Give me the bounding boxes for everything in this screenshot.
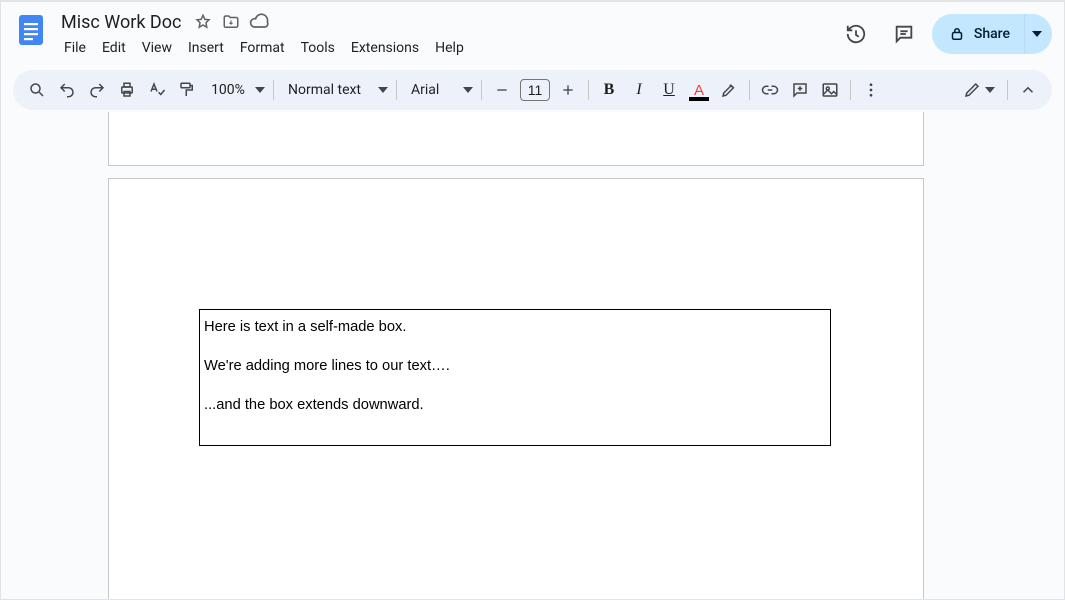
- comments-icon[interactable]: [884, 14, 924, 54]
- insert-image-button[interactable]: [816, 76, 844, 104]
- paint-format-icon[interactable]: [173, 76, 201, 104]
- separator: [273, 80, 274, 100]
- highlight-color-button[interactable]: [715, 76, 743, 104]
- font-family-dropdown[interactable]: Arial: [403, 76, 475, 104]
- editing-mode-dropdown[interactable]: [957, 76, 1001, 104]
- version-history-icon[interactable]: [836, 14, 876, 54]
- menu-bar: File Edit View Insert Format Tools Exten…: [57, 34, 836, 60]
- font-family-value: Arial: [405, 82, 445, 98]
- share-button-group: Share: [932, 14, 1052, 54]
- separator: [588, 80, 589, 100]
- undo-icon[interactable]: [53, 76, 81, 104]
- separator: [1007, 80, 1008, 100]
- insert-link-button[interactable]: [756, 76, 784, 104]
- menu-insert[interactable]: Insert: [181, 36, 231, 60]
- search-icon[interactable]: [23, 76, 51, 104]
- decrease-font-size-button[interactable]: [488, 76, 516, 104]
- separator: [850, 80, 851, 100]
- font-size-input[interactable]: [520, 79, 550, 101]
- docs-logo-icon[interactable]: [13, 12, 49, 48]
- paragraph-style-dropdown[interactable]: Normal text: [280, 76, 390, 104]
- underline-button[interactable]: U: [655, 76, 683, 104]
- collapse-toolbar-button[interactable]: [1014, 76, 1042, 104]
- bold-button[interactable]: B: [595, 76, 623, 104]
- document-title[interactable]: Misc Work Doc: [57, 12, 185, 33]
- add-comment-button[interactable]: [786, 76, 814, 104]
- menu-help[interactable]: Help: [428, 36, 471, 60]
- box-line[interactable]: ...and the box extends downward.: [204, 396, 826, 415]
- menu-file[interactable]: File: [57, 36, 93, 60]
- text-box[interactable]: Here is text in a self-made box. We're a…: [199, 309, 831, 446]
- menu-format[interactable]: Format: [233, 36, 292, 60]
- separator: [481, 80, 482, 100]
- zoom-dropdown[interactable]: 100%: [203, 76, 267, 104]
- share-label: Share: [974, 26, 1010, 42]
- share-dropdown-icon[interactable]: [1024, 14, 1052, 54]
- print-icon[interactable]: [113, 76, 141, 104]
- previous-page-tail[interactable]: [108, 112, 924, 166]
- move-icon[interactable]: [221, 12, 241, 32]
- menu-extensions[interactable]: Extensions: [344, 36, 426, 60]
- box-line[interactable]: We're adding more lines to our text….: [204, 357, 826, 376]
- title-bar: Misc Work Doc File Edit View Insert Form…: [1, 2, 1064, 66]
- star-icon[interactable]: [193, 12, 213, 32]
- document-page[interactable]: Here is text in a self-made box. We're a…: [108, 178, 924, 599]
- spellcheck-icon[interactable]: [143, 76, 171, 104]
- separator: [396, 80, 397, 100]
- toolbar: 100% Normal text Arial B I U A: [13, 70, 1052, 110]
- redo-icon[interactable]: [83, 76, 111, 104]
- more-options-button[interactable]: [857, 76, 885, 104]
- menu-tools[interactable]: Tools: [294, 36, 342, 60]
- box-line[interactable]: Here is text in a self-made box.: [204, 318, 826, 337]
- separator: [749, 80, 750, 100]
- document-canvas[interactable]: Here is text in a self-made box. We're a…: [1, 112, 1064, 599]
- increase-font-size-button[interactable]: [554, 76, 582, 104]
- italic-button[interactable]: I: [625, 76, 653, 104]
- paragraph-style-value: Normal text: [282, 82, 367, 98]
- text-color-button[interactable]: A: [685, 76, 713, 104]
- menu-view[interactable]: View: [135, 36, 179, 60]
- menu-edit[interactable]: Edit: [95, 36, 133, 60]
- cloud-status-icon[interactable]: [249, 12, 269, 32]
- share-button[interactable]: Share: [932, 14, 1024, 54]
- zoom-value: 100%: [205, 82, 251, 98]
